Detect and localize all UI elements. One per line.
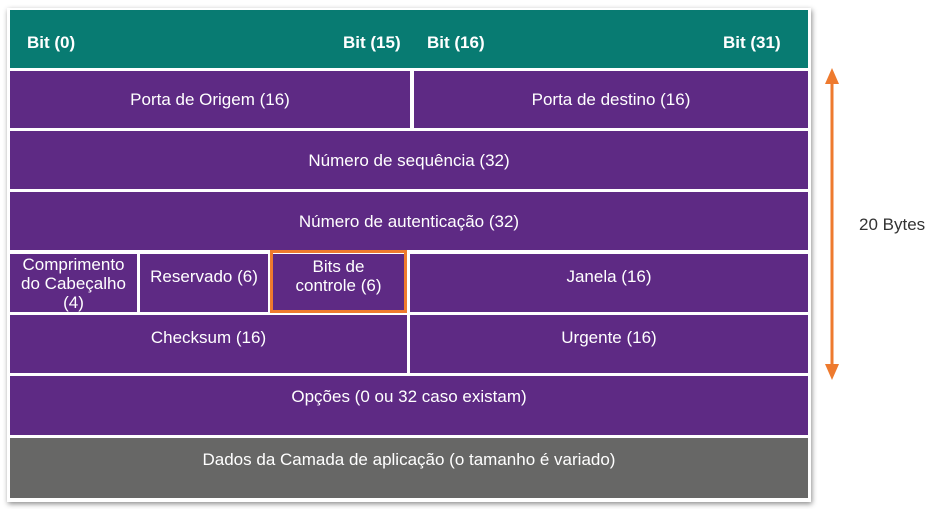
bit-15-label: Bit (15) bbox=[343, 33, 401, 52]
dest-port-field: Porta de destino (16) bbox=[414, 71, 808, 128]
ack-number-field: Número de autenticação (32) bbox=[10, 192, 808, 250]
control-bits-highlight bbox=[270, 250, 407, 313]
bit-header-row bbox=[10, 10, 808, 68]
checksum-field: Checksum (16) bbox=[10, 315, 407, 373]
size-annotation: 20 Bytes bbox=[859, 215, 926, 234]
double-arrow-icon bbox=[825, 68, 839, 380]
source-port-field: Porta de Origem (16) bbox=[10, 71, 410, 128]
bit-31-label: Bit (31) bbox=[723, 33, 781, 52]
application-data-field: Dados da Camada de aplicação (o tamanho … bbox=[10, 438, 808, 498]
header-length-field: Comprimento do Cabeçalho (4) bbox=[10, 254, 137, 312]
sequence-number-field: Número de sequência (32) bbox=[10, 131, 808, 189]
bit-0-label: Bit (0) bbox=[27, 33, 76, 52]
urgent-field: Urgente (16) bbox=[410, 315, 808, 373]
bit-16-label: Bit (16) bbox=[427, 33, 485, 52]
reserved-field: Reservado (6) bbox=[140, 254, 268, 312]
window-field: Janela (16) bbox=[410, 254, 808, 312]
options-field: Opções (0 ou 32 caso existam) bbox=[10, 376, 808, 435]
